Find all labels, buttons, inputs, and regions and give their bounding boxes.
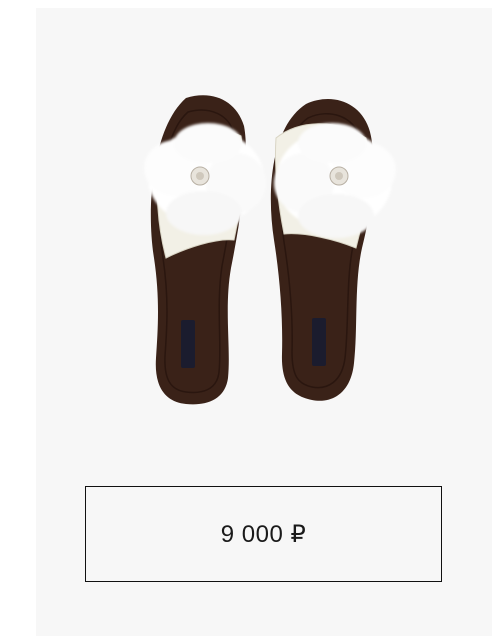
price-button[interactable]: 9 000 ₽ (85, 486, 442, 582)
left-jewel-brooch (190, 166, 210, 186)
left-slipper (144, 95, 266, 405)
right-jewel-brooch (329, 166, 349, 186)
product-card[interactable]: 9 000 ₽ (36, 8, 492, 636)
left-brand-label (181, 320, 195, 368)
price-label: 9 000 ₽ (220, 520, 307, 548)
right-brand-label (312, 318, 326, 366)
right-slipper (270, 99, 396, 401)
product-image[interactable] (36, 8, 492, 478)
